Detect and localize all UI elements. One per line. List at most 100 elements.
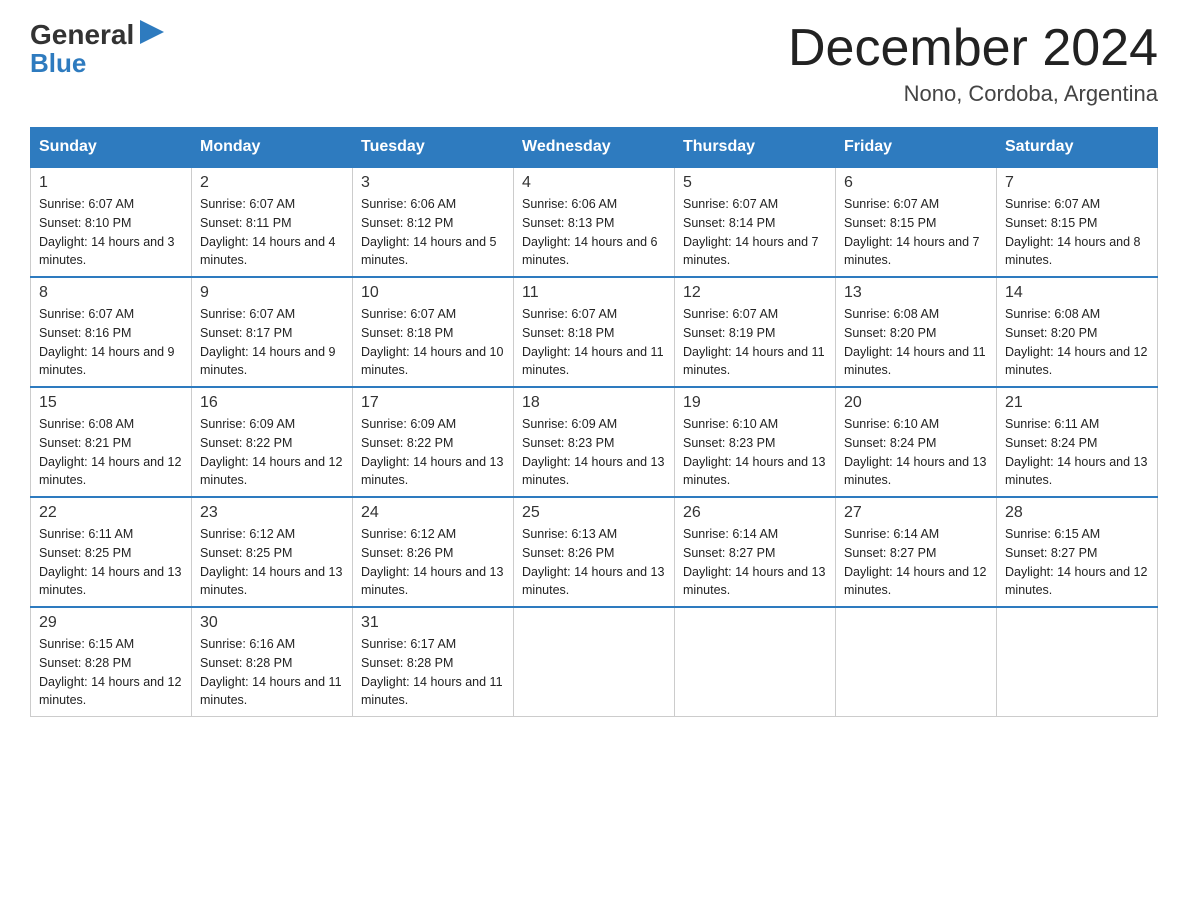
- day-number: 16: [200, 394, 344, 412]
- calendar-cell: 18 Sunrise: 6:09 AM Sunset: 8:23 PM Dayl…: [514, 387, 675, 497]
- day-info: Sunrise: 6:07 AM Sunset: 8:14 PM Dayligh…: [683, 195, 827, 270]
- day-info: Sunrise: 6:07 AM Sunset: 8:16 PM Dayligh…: [39, 305, 183, 380]
- calendar-cell: 21 Sunrise: 6:11 AM Sunset: 8:24 PM Dayl…: [997, 387, 1158, 497]
- calendar-cell: 15 Sunrise: 6:08 AM Sunset: 8:21 PM Dayl…: [31, 387, 192, 497]
- day-info: Sunrise: 6:07 AM Sunset: 8:19 PM Dayligh…: [683, 305, 827, 380]
- day-number: 7: [1005, 174, 1149, 192]
- title-block: December 2024 Nono, Cordoba, Argentina: [788, 20, 1158, 107]
- day-info: Sunrise: 6:12 AM Sunset: 8:25 PM Dayligh…: [200, 525, 344, 600]
- day-number: 24: [361, 504, 505, 522]
- day-number: 1: [39, 174, 183, 192]
- month-title: December 2024: [788, 20, 1158, 77]
- day-info: Sunrise: 6:14 AM Sunset: 8:27 PM Dayligh…: [683, 525, 827, 600]
- calendar-cell: [514, 607, 675, 717]
- day-info: Sunrise: 6:11 AM Sunset: 8:25 PM Dayligh…: [39, 525, 183, 600]
- day-number: 17: [361, 394, 505, 412]
- calendar-cell: 11 Sunrise: 6:07 AM Sunset: 8:18 PM Dayl…: [514, 277, 675, 387]
- weekday-header-sunday: Sunday: [31, 128, 192, 168]
- day-info: Sunrise: 6:07 AM Sunset: 8:18 PM Dayligh…: [361, 305, 505, 380]
- calendar-cell: 25 Sunrise: 6:13 AM Sunset: 8:26 PM Dayl…: [514, 497, 675, 607]
- day-info: Sunrise: 6:15 AM Sunset: 8:28 PM Dayligh…: [39, 635, 183, 710]
- calendar-cell: 1 Sunrise: 6:07 AM Sunset: 8:10 PM Dayli…: [31, 167, 192, 277]
- day-info: Sunrise: 6:07 AM Sunset: 8:17 PM Dayligh…: [200, 305, 344, 380]
- day-info: Sunrise: 6:09 AM Sunset: 8:22 PM Dayligh…: [200, 415, 344, 490]
- weekday-header-thursday: Thursday: [675, 128, 836, 168]
- day-number: 10: [361, 284, 505, 302]
- calendar-cell: 8 Sunrise: 6:07 AM Sunset: 8:16 PM Dayli…: [31, 277, 192, 387]
- logo-arrow-icon: [136, 14, 172, 50]
- day-number: 13: [844, 284, 988, 302]
- calendar-week-1: 1 Sunrise: 6:07 AM Sunset: 8:10 PM Dayli…: [31, 167, 1158, 277]
- calendar-cell: 27 Sunrise: 6:14 AM Sunset: 8:27 PM Dayl…: [836, 497, 997, 607]
- calendar-cell: 23 Sunrise: 6:12 AM Sunset: 8:25 PM Dayl…: [192, 497, 353, 607]
- day-info: Sunrise: 6:13 AM Sunset: 8:26 PM Dayligh…: [522, 525, 666, 600]
- day-number: 20: [844, 394, 988, 412]
- day-info: Sunrise: 6:09 AM Sunset: 8:22 PM Dayligh…: [361, 415, 505, 490]
- day-info: Sunrise: 6:08 AM Sunset: 8:20 PM Dayligh…: [844, 305, 988, 380]
- weekday-header-wednesday: Wednesday: [514, 128, 675, 168]
- calendar-table: SundayMondayTuesdayWednesdayThursdayFrid…: [30, 127, 1158, 717]
- day-info: Sunrise: 6:15 AM Sunset: 8:27 PM Dayligh…: [1005, 525, 1149, 600]
- calendar-cell: 14 Sunrise: 6:08 AM Sunset: 8:20 PM Dayl…: [997, 277, 1158, 387]
- calendar-cell: 30 Sunrise: 6:16 AM Sunset: 8:28 PM Dayl…: [192, 607, 353, 717]
- day-number: 9: [200, 284, 344, 302]
- day-number: 2: [200, 174, 344, 192]
- day-info: Sunrise: 6:07 AM Sunset: 8:11 PM Dayligh…: [200, 195, 344, 270]
- day-number: 28: [1005, 504, 1149, 522]
- day-number: 3: [361, 174, 505, 192]
- calendar-cell: 24 Sunrise: 6:12 AM Sunset: 8:26 PM Dayl…: [353, 497, 514, 607]
- day-info: Sunrise: 6:14 AM Sunset: 8:27 PM Dayligh…: [844, 525, 988, 600]
- day-number: 26: [683, 504, 827, 522]
- day-info: Sunrise: 6:09 AM Sunset: 8:23 PM Dayligh…: [522, 415, 666, 490]
- day-info: Sunrise: 6:06 AM Sunset: 8:12 PM Dayligh…: [361, 195, 505, 270]
- calendar-cell: 19 Sunrise: 6:10 AM Sunset: 8:23 PM Dayl…: [675, 387, 836, 497]
- calendar-cell: 3 Sunrise: 6:06 AM Sunset: 8:12 PM Dayli…: [353, 167, 514, 277]
- calendar-week-4: 22 Sunrise: 6:11 AM Sunset: 8:25 PM Dayl…: [31, 497, 1158, 607]
- weekday-header-tuesday: Tuesday: [353, 128, 514, 168]
- day-info: Sunrise: 6:06 AM Sunset: 8:13 PM Dayligh…: [522, 195, 666, 270]
- calendar-cell: 22 Sunrise: 6:11 AM Sunset: 8:25 PM Dayl…: [31, 497, 192, 607]
- day-number: 27: [844, 504, 988, 522]
- day-number: 14: [1005, 284, 1149, 302]
- calendar-cell: [836, 607, 997, 717]
- location-text: Nono, Cordoba, Argentina: [788, 81, 1158, 107]
- calendar-cell: 7 Sunrise: 6:07 AM Sunset: 8:15 PM Dayli…: [997, 167, 1158, 277]
- calendar-week-2: 8 Sunrise: 6:07 AM Sunset: 8:16 PM Dayli…: [31, 277, 1158, 387]
- calendar-cell: 29 Sunrise: 6:15 AM Sunset: 8:28 PM Dayl…: [31, 607, 192, 717]
- logo-general-text: General: [30, 21, 134, 49]
- day-number: 30: [200, 614, 344, 632]
- day-number: 5: [683, 174, 827, 192]
- weekday-header-friday: Friday: [836, 128, 997, 168]
- calendar-cell: [997, 607, 1158, 717]
- calendar-cell: 31 Sunrise: 6:17 AM Sunset: 8:28 PM Dayl…: [353, 607, 514, 717]
- day-number: 29: [39, 614, 183, 632]
- day-number: 25: [522, 504, 666, 522]
- day-number: 18: [522, 394, 666, 412]
- calendar-cell: 13 Sunrise: 6:08 AM Sunset: 8:20 PM Dayl…: [836, 277, 997, 387]
- day-number: 23: [200, 504, 344, 522]
- calendar-cell: 5 Sunrise: 6:07 AM Sunset: 8:14 PM Dayli…: [675, 167, 836, 277]
- calendar-cell: 10 Sunrise: 6:07 AM Sunset: 8:18 PM Dayl…: [353, 277, 514, 387]
- calendar-cell: 16 Sunrise: 6:09 AM Sunset: 8:22 PM Dayl…: [192, 387, 353, 497]
- day-number: 19: [683, 394, 827, 412]
- day-number: 21: [1005, 394, 1149, 412]
- day-info: Sunrise: 6:07 AM Sunset: 8:10 PM Dayligh…: [39, 195, 183, 270]
- day-info: Sunrise: 6:10 AM Sunset: 8:24 PM Dayligh…: [844, 415, 988, 490]
- day-number: 15: [39, 394, 183, 412]
- day-number: 11: [522, 284, 666, 302]
- calendar-cell: 12 Sunrise: 6:07 AM Sunset: 8:19 PM Dayl…: [675, 277, 836, 387]
- day-number: 12: [683, 284, 827, 302]
- day-info: Sunrise: 6:07 AM Sunset: 8:18 PM Dayligh…: [522, 305, 666, 380]
- calendar-cell: 2 Sunrise: 6:07 AM Sunset: 8:11 PM Dayli…: [192, 167, 353, 277]
- day-info: Sunrise: 6:08 AM Sunset: 8:20 PM Dayligh…: [1005, 305, 1149, 380]
- day-info: Sunrise: 6:17 AM Sunset: 8:28 PM Dayligh…: [361, 635, 505, 710]
- calendar-cell: 20 Sunrise: 6:10 AM Sunset: 8:24 PM Dayl…: [836, 387, 997, 497]
- page-header: General Blue December 2024 Nono, Cordoba…: [30, 20, 1158, 107]
- calendar-week-5: 29 Sunrise: 6:15 AM Sunset: 8:28 PM Dayl…: [31, 607, 1158, 717]
- calendar-cell: [675, 607, 836, 717]
- calendar-cell: 17 Sunrise: 6:09 AM Sunset: 8:22 PM Dayl…: [353, 387, 514, 497]
- weekday-header-row: SundayMondayTuesdayWednesdayThursdayFrid…: [31, 128, 1158, 168]
- logo-blue-text: Blue: [30, 48, 86, 78]
- calendar-cell: 9 Sunrise: 6:07 AM Sunset: 8:17 PM Dayli…: [192, 277, 353, 387]
- day-number: 22: [39, 504, 183, 522]
